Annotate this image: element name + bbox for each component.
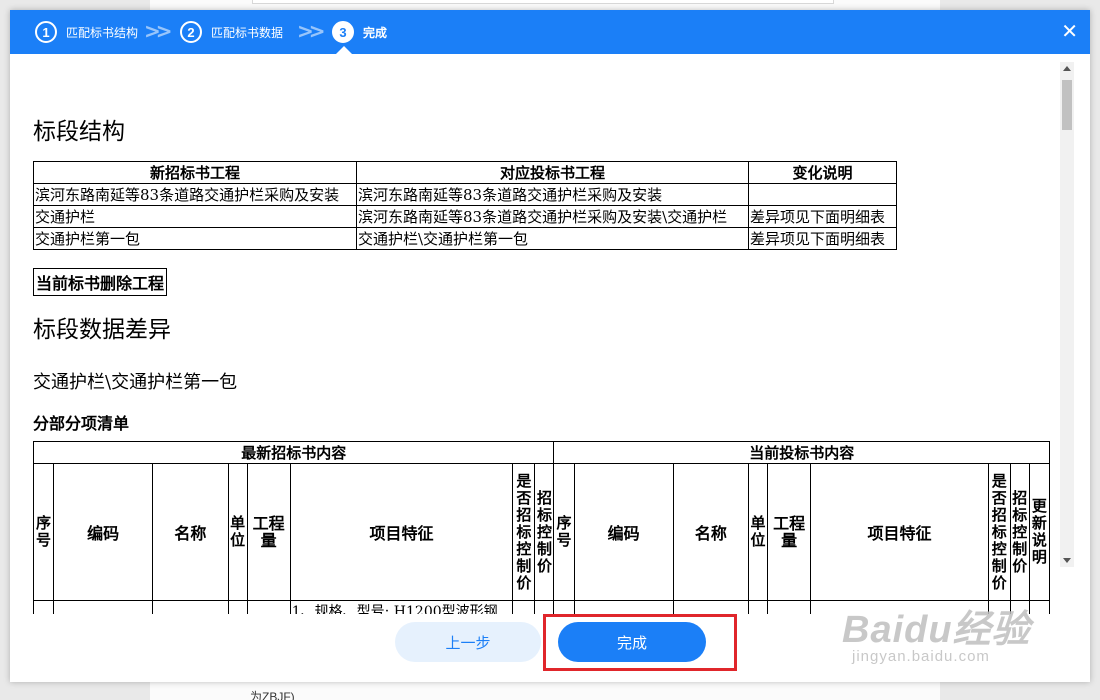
table-cell: 交通护栏 xyxy=(33,205,357,228)
column-header: 单位 xyxy=(748,463,769,601)
table-header-row: 新招标书工程 对应投标书工程 变化说明 xyxy=(33,161,897,184)
column-header: 是否招标控制价 xyxy=(512,463,536,601)
close-icon[interactable]: ✕ xyxy=(1061,20,1078,42)
step-label: 匹配标书结构 xyxy=(66,25,139,40)
step-label: 完成 xyxy=(363,25,388,40)
column-header: 新招标书工程 xyxy=(33,161,357,184)
step-number: 3 xyxy=(332,21,354,43)
table-cell xyxy=(748,183,897,206)
table-cell: 滨河东路南延等83条道路交通护栏采购及安装 xyxy=(33,183,357,206)
wizard-dialog: 1 匹配标书结构 >> 2 匹配标书数据 >> 3 完成 ✕ 标段结构 新招标书… xyxy=(10,10,1090,682)
background-input xyxy=(252,0,834,4)
table-row: 交通护栏第一包 交通护栏\交通护栏第一包 差异项见下面明细表 xyxy=(33,227,897,250)
table-group-header-row: 最新招标书内容 当前投标书内容 xyxy=(32,441,1050,464)
column-header: 序号 xyxy=(32,463,55,601)
chevrons-icon: >> xyxy=(144,19,172,43)
list-title: 分部分项清单 xyxy=(33,414,130,433)
table-row: 滨河东路南延等83条道路交通护栏采购及安装 滨河东路南延等83条道路交通护栏采购… xyxy=(33,183,897,206)
table-cell: 交通护栏\交通护栏第一包 xyxy=(356,227,749,250)
table-cell: 差异项见下面明细表 xyxy=(748,205,897,228)
step-1: 1 匹配标书结构 xyxy=(35,21,138,43)
diff-table: 最新招标书内容 当前投标书内容 序号 编码 名称 单位 工程量 项目特征 是否招… xyxy=(32,441,1051,614)
column-header: 招标控制价 xyxy=(1009,463,1030,601)
active-step-pointer xyxy=(336,46,352,54)
table-cell: 差异项见下面明细表 xyxy=(748,227,897,250)
section-title: 标段数据差异 xyxy=(33,317,171,343)
column-header: 名称 xyxy=(672,463,750,601)
step-number: 2 xyxy=(180,21,202,43)
column-header: 单位 xyxy=(227,463,248,601)
column-header: 更新说明 xyxy=(1028,463,1051,601)
column-header: 编码 xyxy=(53,463,154,601)
column-header: 工程量 xyxy=(767,463,812,601)
background-text: 为ZBJF) xyxy=(250,690,295,700)
watermark-url: jingyan.baidu.com xyxy=(852,648,990,665)
scroll-up-icon[interactable] xyxy=(1063,66,1071,71)
column-header: 项目特征 xyxy=(810,463,989,601)
watermark: Baidu经验 jingyan.baidu.com xyxy=(842,598,1031,665)
column-header: 名称 xyxy=(152,463,229,601)
step-3: 3 完成 xyxy=(332,21,387,43)
scroll-down-icon[interactable] xyxy=(1063,558,1071,563)
table-cell: 滨河东路南延等83条道路交通护栏采购及安装 xyxy=(356,183,749,206)
step-number: 1 xyxy=(35,21,57,43)
report-content[interactable]: 标段结构 新招标书工程 对应投标书工程 变化说明 滨河东路南延等83条道路交通护… xyxy=(10,54,1090,614)
column-header: 对应投标书工程 xyxy=(356,161,749,184)
highlight-box xyxy=(543,614,737,671)
watermark-logo: Baidu经验 xyxy=(842,609,1031,651)
column-header: 编码 xyxy=(573,463,674,601)
chevrons-icon: >> xyxy=(297,19,325,43)
group-header-left: 最新招标书内容 xyxy=(32,441,555,464)
column-header: 是否招标控制价 xyxy=(987,463,1011,601)
table-row: 交通护栏 滨河东路南延等83条道路交通护栏采购及安装\交通护栏 差异项见下面明细… xyxy=(33,205,897,228)
column-header: 工程量 xyxy=(246,463,291,601)
delete-project-label: 当前标书删除工程 xyxy=(33,268,168,296)
table-header-row: 序号 编码 名称 单位 工程量 项目特征 是否招标控制价 招标控制价 序号 编码… xyxy=(32,463,1051,601)
table-cell: 交通护栏第一包 xyxy=(33,227,357,250)
column-header: 项目特征 xyxy=(289,463,514,601)
wizard-header: 1 匹配标书结构 >> 2 匹配标书数据 >> 3 完成 ✕ xyxy=(10,10,1090,54)
vertical-scrollbar[interactable] xyxy=(1060,62,1074,567)
previous-step-button[interactable]: 上一步 xyxy=(395,622,541,662)
table-cell: 1、规格、型号: H1200型波形钢 xyxy=(289,600,514,614)
column-header: 序号 xyxy=(553,463,575,601)
section-title: 标段结构 xyxy=(33,119,125,145)
structure-table: 新招标书工程 对应投标书工程 变化说明 滨河东路南延等83条道路交通护栏采购及安… xyxy=(33,161,897,250)
group-header-right: 当前投标书内容 xyxy=(553,441,1050,464)
step-2: 2 匹配标书数据 xyxy=(180,21,283,43)
step-label: 匹配标书数据 xyxy=(211,25,284,40)
scrollbar-thumb[interactable] xyxy=(1062,80,1072,130)
column-header: 变化说明 xyxy=(748,161,897,184)
package-title: 交通护栏\交通护栏第一包 xyxy=(33,372,238,393)
table-cell: 滨河东路南延等83条道路交通护栏采购及安装\交通护栏 xyxy=(356,205,749,228)
column-header: 招标控制价 xyxy=(534,463,555,601)
